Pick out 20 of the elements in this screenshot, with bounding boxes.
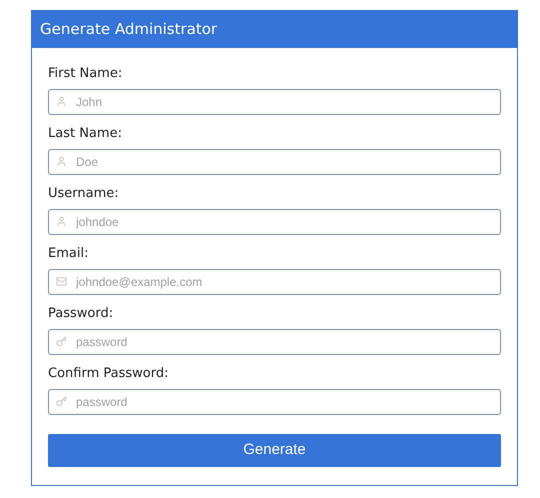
envelope-icon bbox=[56, 276, 67, 287]
field-label: Email: bbox=[48, 245, 90, 262]
input-field[interactable]: johndoe bbox=[48, 209, 501, 235]
person-icon bbox=[56, 216, 67, 227]
key-icon bbox=[56, 396, 67, 407]
generate-button[interactable]: Generate bbox=[48, 434, 501, 467]
person-icon bbox=[56, 156, 67, 167]
field-label: Username: bbox=[48, 185, 120, 202]
field-label: First Name: bbox=[48, 65, 124, 82]
input-field[interactable]: John bbox=[48, 89, 501, 115]
panel-title: Generate Administrator bbox=[40, 19, 218, 40]
input-field[interactable]: password bbox=[48, 389, 501, 415]
key-icon bbox=[56, 336, 67, 347]
person-icon bbox=[56, 96, 67, 107]
field-label: Password: bbox=[48, 305, 114, 322]
field-label: Confirm Password: bbox=[48, 365, 170, 382]
field-label: Last Name: bbox=[48, 125, 123, 142]
input-field[interactable]: Doe bbox=[48, 149, 501, 175]
input-field[interactable]: johndoe@example.com bbox=[48, 269, 501, 295]
input-field[interactable]: password bbox=[48, 329, 501, 355]
